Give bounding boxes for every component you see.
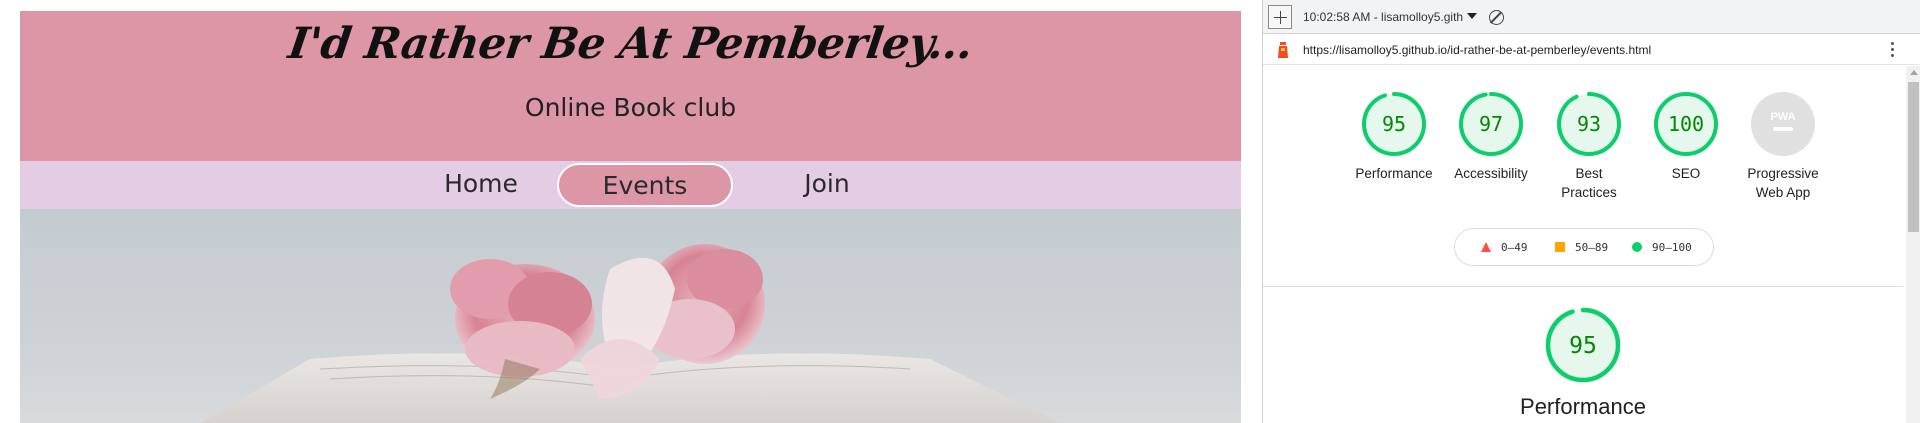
gauge-pwa[interactable]: PWA Progressive Web App [1735, 91, 1831, 202]
report-url[interactable]: https://lisamolloy5.github.io/id-rather-… [1303, 43, 1651, 57]
gauge-label: SEO [1671, 166, 1701, 181]
site-subtitle: Online Book club [524, 93, 737, 122]
clear-block-icon[interactable] [1489, 10, 1504, 25]
site-nav: Home Events Join [20, 161, 1241, 209]
gauge-ring: 95 [1362, 92, 1426, 156]
svg-text:PWA: PWA [1770, 111, 1795, 123]
nav-home-link[interactable]: Home [406, 161, 556, 209]
gauge-performance[interactable]: 95 Performance [1346, 91, 1442, 183]
website-viewport: I'd Rather Be At Pemberley... Online Boo… [20, 11, 1241, 423]
more-options-icon[interactable] [1891, 42, 1895, 58]
nav-join-link[interactable]: Join [752, 161, 902, 209]
report-scrollbar[interactable] [1906, 66, 1920, 423]
triangle-icon [1481, 242, 1491, 252]
devtools-panel: 10:02:58 AM - lisamolloy5.gith https://l… [1262, 0, 1920, 423]
scrollbar-thumb[interactable] [1908, 82, 1919, 232]
report-url-bar: https://lisamolloy5.github.io/id-rather-… [1263, 35, 1920, 65]
gauge-ring: 97 [1459, 92, 1523, 156]
site-title[interactable]: I'd Rather Be At Pemberley... [20, 19, 1241, 69]
nav-events-link[interactable]: Events [557, 163, 733, 207]
gauge-ring: 100 [1654, 92, 1718, 156]
circle-icon [1632, 242, 1642, 252]
lighthouse-report: 95 Performance 97 Accessibility 93 Best … [1263, 66, 1903, 423]
site-header: I'd Rather Be At Pemberley... Online Boo… [20, 11, 1241, 161]
gauge-label: Best Practices [1561, 166, 1617, 200]
legend-average: 50–89 [1555, 241, 1608, 254]
gauge-label: Progressive Web App [1747, 166, 1819, 200]
gauge-label: Performance [1355, 166, 1433, 181]
gauge-accessibility[interactable]: 97 Accessibility [1443, 91, 1539, 183]
chevron-down-icon[interactable] [1467, 13, 1477, 19]
hero-flowers-book-illustration [200, 244, 1060, 423]
square-icon [1555, 242, 1565, 252]
scroll-up-arrow-icon[interactable] [1910, 70, 1918, 75]
legend-pass: 90–100 [1632, 241, 1692, 254]
performance-section-title: Performance [1520, 394, 1646, 419]
score-legend: 0–49 50–89 90–100 [1454, 228, 1714, 266]
hero-image [20, 209, 1241, 423]
new-report-plus-icon[interactable] [1268, 5, 1292, 29]
gauge-score: 95 [1569, 333, 1597, 359]
gauge-score: 95 [1382, 112, 1406, 136]
gauge-ring: 95 [1545, 307, 1621, 383]
gauge-score: 93 [1577, 112, 1601, 136]
gauge-score: 97 [1479, 112, 1503, 136]
gauge-ring: 93 [1557, 92, 1621, 156]
report-selector[interactable]: 10:02:58 AM - lisamolloy5.gith [1303, 9, 1463, 25]
performance-section-gauge: 95 [1539, 306, 1627, 389]
lighthouse-icon [1278, 42, 1288, 58]
gauge-best-practices[interactable]: 93 Best Practices [1541, 91, 1637, 202]
legend-fail: 0–49 [1481, 241, 1528, 254]
pwa-badge-icon: PWA [1751, 92, 1815, 156]
lighthouse-toolbar: 10:02:58 AM - lisamolloy5.gith [1263, 0, 1920, 34]
gauge-seo[interactable]: 100 SEO [1638, 91, 1734, 183]
section-divider [1263, 286, 1903, 287]
gauge-score: 100 [1668, 112, 1704, 136]
gauge-label: Accessibility [1454, 166, 1528, 181]
